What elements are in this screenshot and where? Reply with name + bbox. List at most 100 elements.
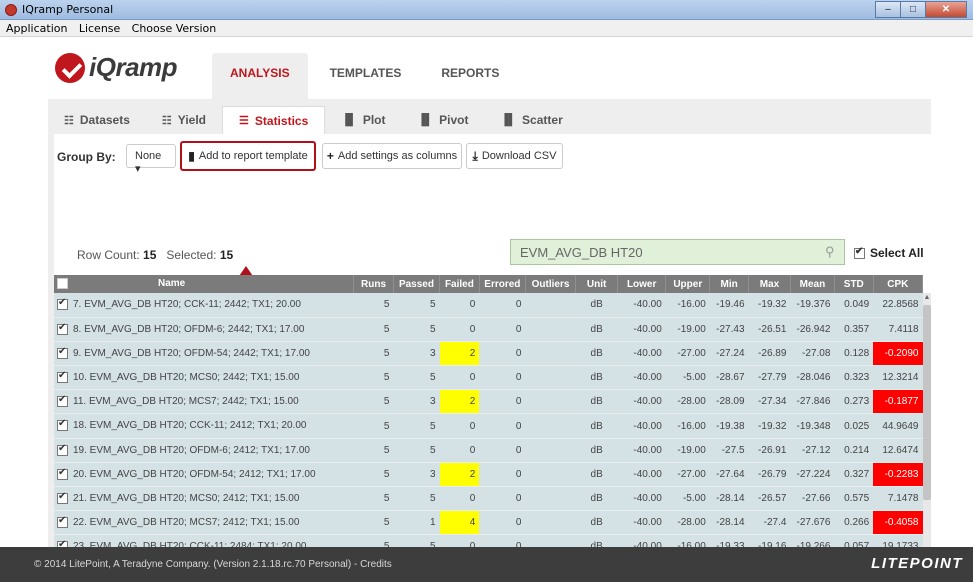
- table-row[interactable]: 23. EVM_AVG_DB HT20; CCK-11; 2484; TX1; …: [54, 534, 923, 547]
- table-row[interactable]: 19. EVM_AVG_DB HT20; OFDM-6; 2412; TX1; …: [54, 438, 923, 463]
- min-column-header[interactable]: Min: [709, 275, 750, 293]
- group-by-select[interactable]: None ▾: [126, 144, 176, 175]
- search-icon[interactable]: ⚲: [825, 244, 835, 260]
- brand-logo[interactable]: iQramp: [55, 52, 178, 83]
- std-cell: 0.357: [834, 317, 874, 342]
- row-checkbox[interactable]: [57, 394, 68, 408]
- minimize-button[interactable]: –: [875, 1, 901, 18]
- download-csv-button[interactable]: ⤓ Download CSV: [466, 143, 563, 169]
- failed-cell: 0: [439, 486, 480, 512]
- errored-cell: 0: [479, 486, 526, 512]
- button-label: Download CSV: [481, 150, 557, 162]
- row-checkbox[interactable]: [57, 491, 68, 505]
- table-row[interactable]: 18. EVM_AVG_DB HT20; CCK-11; 2412; TX1; …: [54, 413, 923, 439]
- maximize-button[interactable]: □: [900, 1, 926, 18]
- runs-cell: 5: [353, 534, 394, 547]
- outliers-column-header[interactable]: Outliers: [525, 275, 577, 293]
- name-cell: 21. EVM_AVG_DB HT20; MCS0; 2412; TX1; 15…: [54, 486, 354, 512]
- name-cell: 11. EVM_AVG_DB HT20; MCS7; 2442; TX1; 15…: [54, 389, 354, 415]
- menu-application[interactable]: Application: [0, 20, 71, 37]
- unit-cell: dB: [575, 341, 618, 367]
- tab-statistics[interactable]: ☰ Statistics: [222, 106, 326, 134]
- cpk-column-header[interactable]: CPK: [873, 275, 924, 293]
- tab-pivot[interactable]: ▐▌ Pivot: [402, 106, 485, 134]
- table-row[interactable]: 9. EVM_AVG_DB HT20; OFDM-54; 2442; TX1; …: [54, 341, 923, 367]
- row-checkbox[interactable]: [57, 322, 68, 335]
- right-gutter: [931, 99, 973, 547]
- max-cell: -26.91: [748, 438, 791, 463]
- table-row[interactable]: 8. EVM_AVG_DB HT20; OFDM-6; 2442; TX1; 1…: [54, 317, 923, 342]
- std-cell: 0.214: [834, 438, 874, 463]
- table-row[interactable]: 22. EVM_AVG_DB HT20; MCS7; 2412; TX1; 15…: [54, 510, 923, 536]
- scrollbar-thumb[interactable]: [923, 305, 931, 500]
- row-count-summary: Row Count: 15 Selected: 15: [77, 248, 233, 262]
- nav-reports[interactable]: REPORTS: [423, 53, 517, 99]
- bookmark-icon: ▮: [188, 149, 195, 163]
- cpk-cell: 12.6474: [873, 438, 923, 463]
- tab-yield[interactable]: ☷ Yield: [146, 106, 222, 134]
- row-checkbox[interactable]: [57, 346, 68, 359]
- tab-label: Yield: [177, 113, 207, 127]
- upper-column-header[interactable]: Upper: [665, 275, 711, 293]
- selected-value: 15: [219, 248, 234, 262]
- tab-plot[interactable]: ▐▌ Plot: [325, 106, 401, 134]
- std-cell: 0.128: [834, 341, 874, 367]
- passed-column-header[interactable]: Passed: [393, 275, 441, 293]
- header-checkbox[interactable]: [57, 278, 68, 290]
- std-column-header[interactable]: STD: [834, 275, 874, 293]
- table-row[interactable]: 10. EVM_AVG_DB HT20; MCS0; 2442; TX1; 15…: [54, 365, 923, 391]
- unit-column-header[interactable]: Unit: [575, 275, 619, 293]
- scroll-up-icon[interactable]: ▲: [923, 294, 931, 301]
- row-checkbox[interactable]: [57, 418, 68, 432]
- filter-input[interactable]: EVM_AVG_DB HT20: [510, 239, 845, 265]
- table-row[interactable]: 7. EVM_AVG_DB HT20; CCK-11; 2442; TX1; 2…: [54, 293, 923, 318]
- failed-cell: 0: [439, 413, 480, 439]
- tab-scatter[interactable]: ▐▌ Scatter: [484, 106, 578, 134]
- std-cell: 0.575: [834, 486, 874, 512]
- errored-column-header[interactable]: Errored: [479, 275, 526, 293]
- row-checkbox[interactable]: [57, 370, 68, 384]
- lower-cell: -40.00: [617, 413, 666, 439]
- mean-column-header[interactable]: Mean: [790, 275, 835, 293]
- add-to-report-template-button[interactable]: ▮ Add to report template: [180, 141, 316, 171]
- runs-column-header[interactable]: Runs: [353, 275, 394, 293]
- outliers-cell: [525, 462, 576, 488]
- name-column-header[interactable]: Name: [54, 275, 355, 293]
- max-cell: -26.89: [748, 341, 791, 367]
- table-row[interactable]: 21. EVM_AVG_DB HT20; MCS0; 2412; TX1; 15…: [54, 486, 923, 512]
- lower-column-header[interactable]: Lower: [617, 275, 667, 293]
- max-column-header[interactable]: Max: [748, 275, 791, 293]
- outliers-cell: [525, 389, 576, 415]
- lower-cell: -40.00: [617, 341, 666, 367]
- cpk-cell: -0.4058: [873, 510, 923, 536]
- cpk-cell: -0.2090: [873, 341, 923, 367]
- outliers-cell: [525, 317, 576, 342]
- select-all-checkbox[interactable]: Select All: [854, 246, 924, 260]
- name-cell: 22. EVM_AVG_DB HT20; MCS7; 2412; TX1; 15…: [54, 510, 354, 536]
- menu-license[interactable]: License: [75, 20, 124, 37]
- row-checkbox[interactable]: [57, 443, 68, 456]
- cpk-cell: 7.4118: [873, 317, 923, 342]
- min-cell: -28.14: [709, 486, 749, 512]
- close-button[interactable]: ✕: [925, 1, 967, 18]
- table-row[interactable]: 11. EVM_AVG_DB HT20; MCS7; 2442; TX1; 15…: [54, 389, 923, 415]
- statistics-toolbar: Group By: None ▾ ▮ Add to report templat…: [54, 141, 924, 175]
- nav-templates[interactable]: TEMPLATES: [312, 53, 420, 99]
- menu-choose-version[interactable]: Choose Version: [128, 20, 221, 37]
- button-label: Add to report template: [198, 150, 308, 162]
- max-cell: -27.4: [748, 510, 791, 536]
- add-settings-columns-button[interactable]: + Add settings as columns: [322, 143, 462, 169]
- tab-datasets[interactable]: ☷ Datasets: [48, 106, 146, 134]
- failed-cell: 0: [439, 534, 480, 547]
- row-checkbox[interactable]: [57, 515, 68, 529]
- main-nav: ANALYSIS TEMPLATES REPORTS: [212, 53, 521, 99]
- table-row[interactable]: 20. EVM_AVG_DB HT20; OFDM-54; 2412; TX1;…: [54, 462, 923, 488]
- passed-cell: 3: [393, 389, 440, 415]
- failed-column-header[interactable]: Failed: [439, 275, 480, 293]
- max-cell: -27.34: [748, 389, 791, 415]
- row-checkbox[interactable]: [57, 297, 68, 311]
- outliers-cell: [525, 293, 576, 318]
- tab-label: Pivot: [439, 113, 469, 127]
- row-checkbox[interactable]: [57, 467, 68, 480]
- nav-analysis[interactable]: ANALYSIS: [212, 53, 308, 99]
